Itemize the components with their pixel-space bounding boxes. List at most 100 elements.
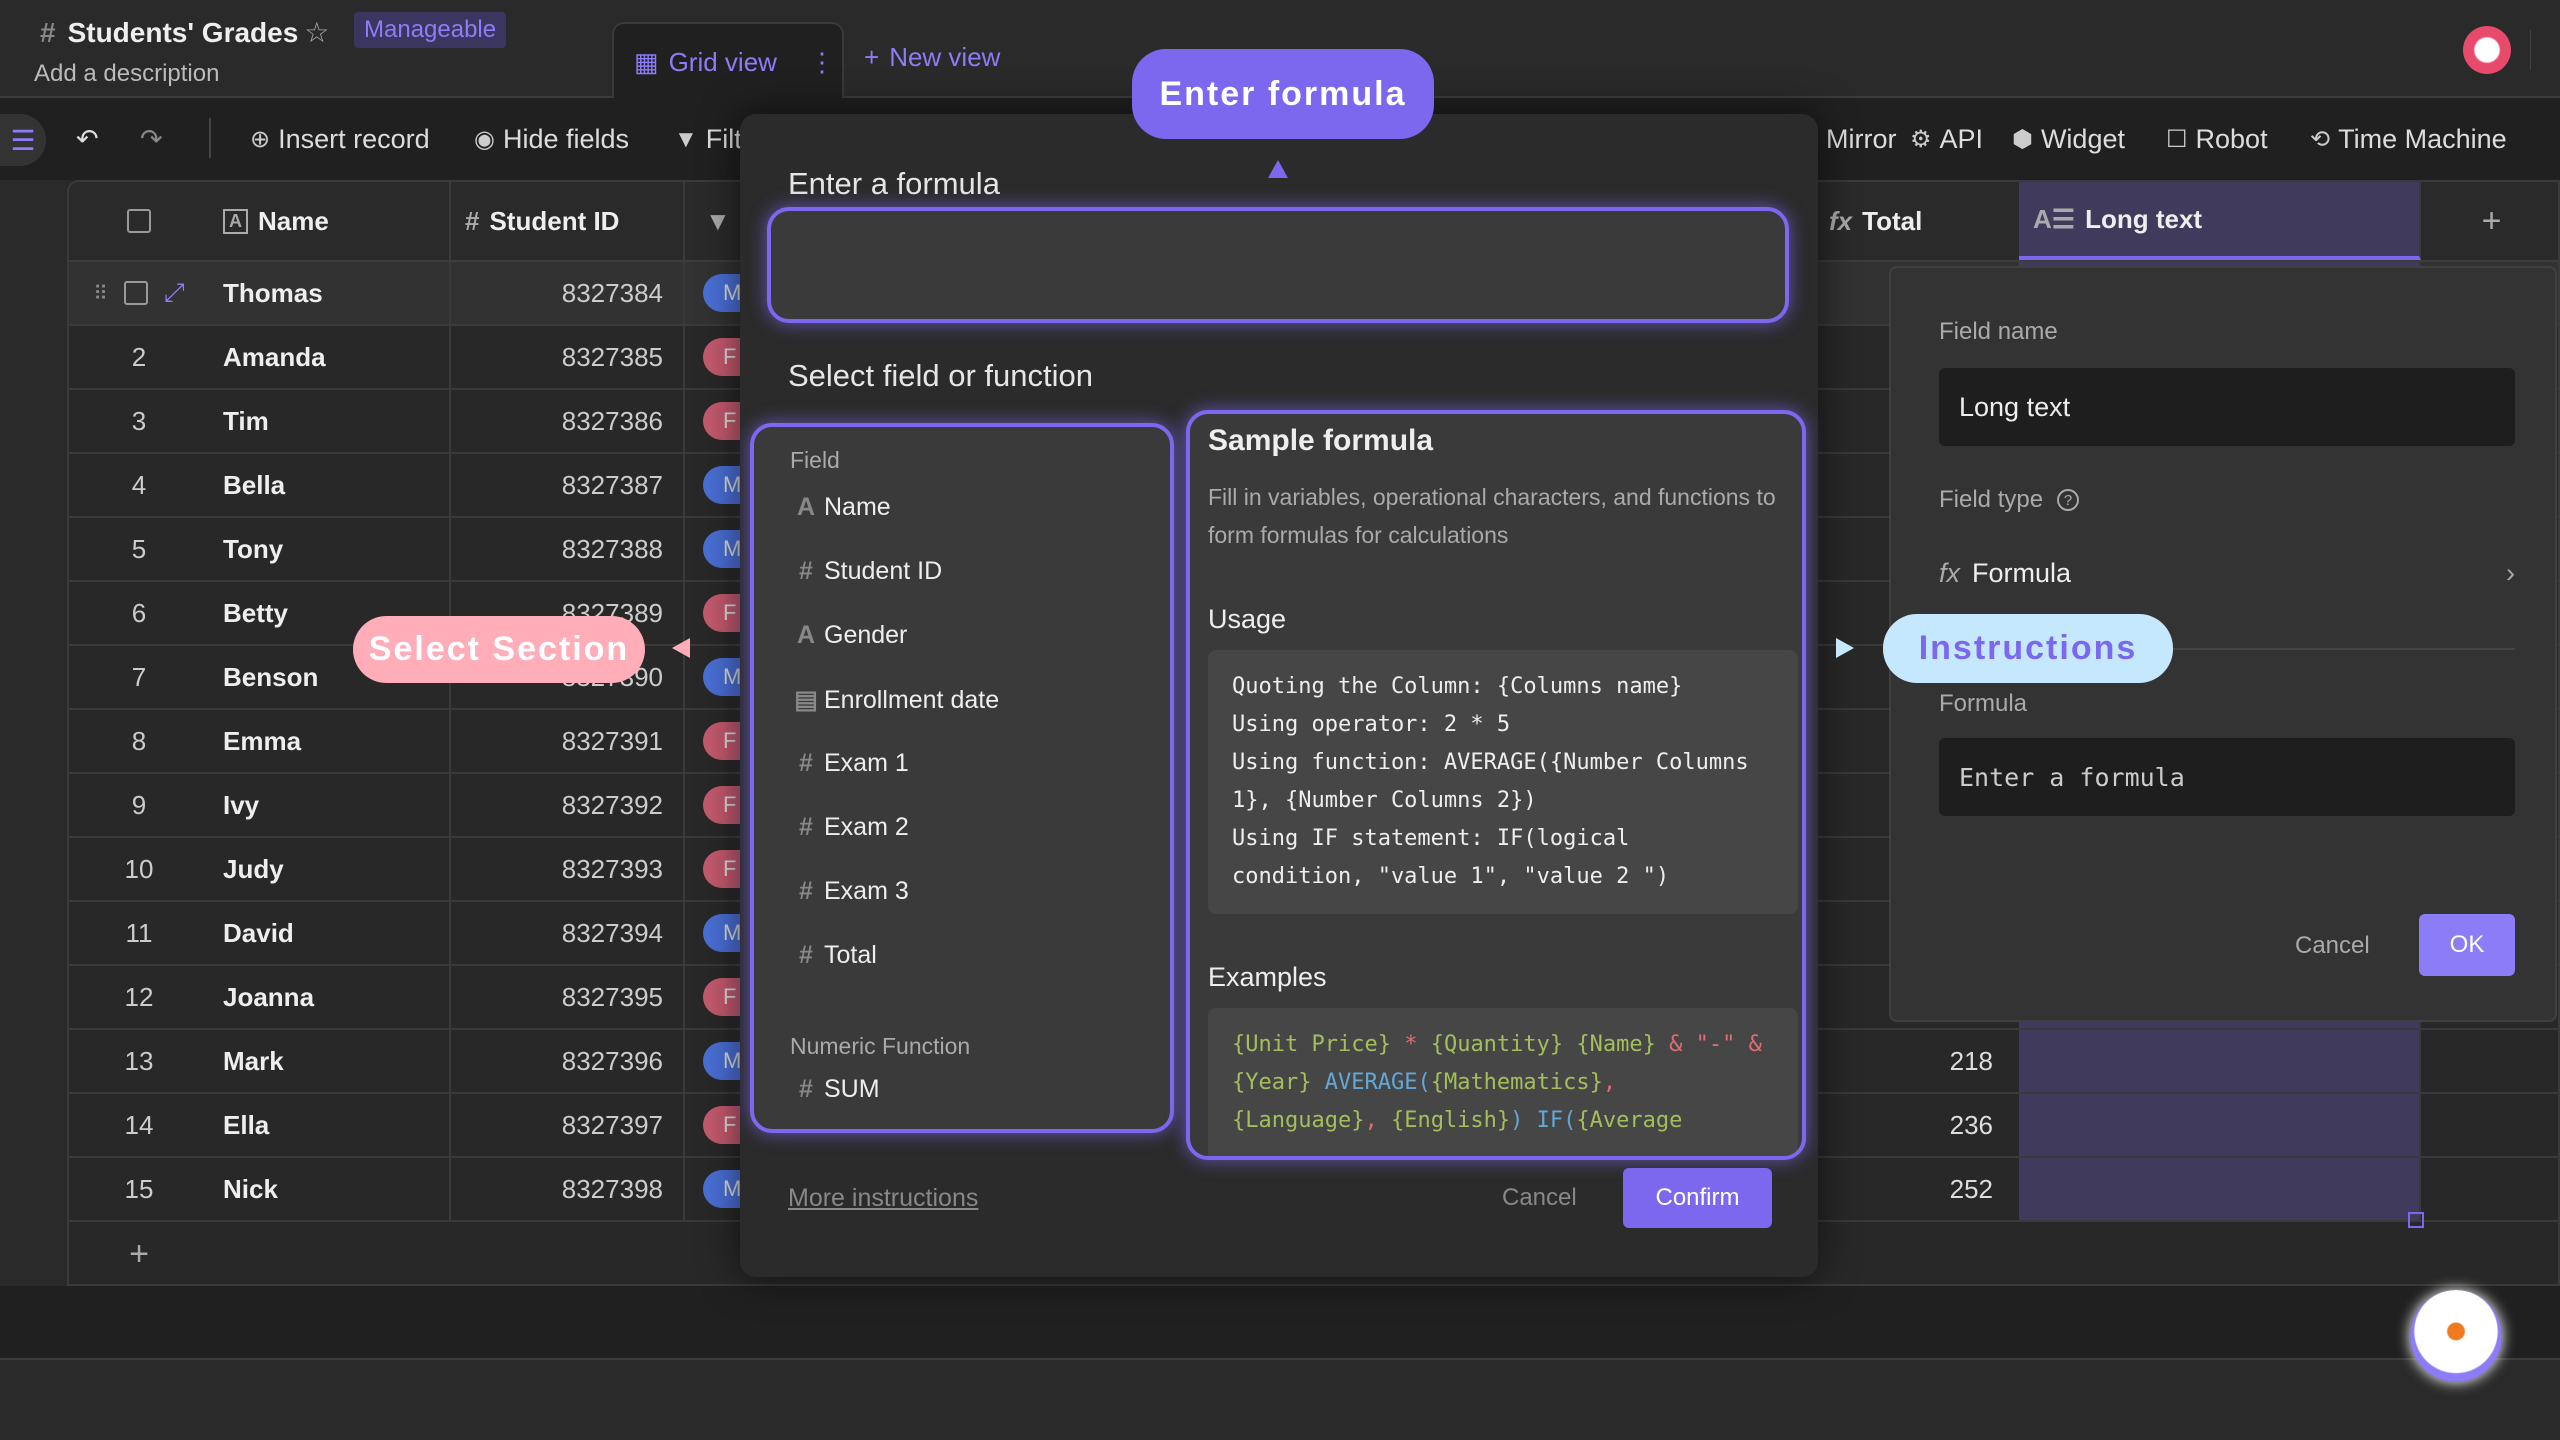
- name-cell[interactable]: Bella: [209, 454, 451, 516]
- panel-cancel-button[interactable]: Cancel: [2295, 932, 2370, 960]
- add-description[interactable]: Add a description: [34, 60, 219, 88]
- row-checkbox[interactable]: [123, 281, 148, 305]
- row-number: 12: [124, 981, 154, 1012]
- name-cell[interactable]: Ivy: [209, 774, 451, 836]
- row-number: 5: [131, 533, 147, 564]
- name-cell[interactable]: Emma: [209, 710, 451, 772]
- new-view-button[interactable]: + New view: [864, 42, 1000, 73]
- cancel-button[interactable]: Cancel: [1502, 1184, 1577, 1212]
- permission-badge: Manageable: [354, 12, 507, 48]
- api-button[interactable]: ⚙ API: [1910, 124, 1983, 155]
- tab-grid-view[interactable]: ▦ Grid view ⋮: [612, 22, 844, 100]
- numeric-function-header: Numeric Function: [790, 1033, 971, 1059]
- assistant-mascot[interactable]: [2410, 1290, 2502, 1382]
- row-number: 9: [131, 789, 147, 820]
- long-text-cell[interactable]: [2019, 1094, 2421, 1156]
- title-text: Students' Grades: [67, 16, 299, 48]
- student-id-cell[interactable]: 8327396: [451, 1030, 685, 1092]
- eye-icon: ◉: [474, 126, 495, 153]
- field-item[interactable]: A Name: [794, 493, 891, 522]
- expand-icon[interactable]: ⤢: [164, 277, 185, 309]
- redo-icon[interactable]: ↷: [140, 124, 163, 155]
- code-token: {Name}: [1563, 1032, 1656, 1057]
- column-header-name[interactable]: A Name: [209, 182, 451, 260]
- field-item[interactable]: A Gender: [794, 621, 907, 650]
- enter-formula-callout: Enter formula: [1132, 49, 1434, 139]
- drag-handle-icon[interactable]: ⠿: [93, 281, 108, 306]
- name-cell[interactable]: Ella: [209, 1094, 451, 1156]
- more-instructions-link[interactable]: More instructions: [788, 1184, 978, 1213]
- student-id-cell[interactable]: 8327387: [451, 454, 685, 516]
- time-machine-button[interactable]: ⟲ Time Machine: [2310, 124, 2507, 155]
- cube-icon: ⬢: [2012, 126, 2033, 153]
- name-cell[interactable]: David: [209, 902, 451, 964]
- new-view-label: New view: [889, 42, 1001, 72]
- more-icon[interactable]: ⋮: [809, 47, 835, 78]
- label: Widget: [2040, 124, 2125, 154]
- column-header-total[interactable]: fx Total: [1815, 182, 2019, 260]
- student-id-cell[interactable]: 8327393: [451, 838, 685, 900]
- name-cell[interactable]: Judy: [209, 838, 451, 900]
- formula-input[interactable]: [767, 207, 1789, 323]
- field-name-input[interactable]: Long text: [1939, 368, 2515, 446]
- column-header-student-id[interactable]: # Student ID: [451, 182, 685, 260]
- divider: [2530, 30, 2531, 70]
- field-type-select[interactable]: fx Formula ›: [1939, 558, 2515, 589]
- usage-line: condition, "value 1", "value 2 "): [1232, 864, 1670, 889]
- total-cell[interactable]: 252: [1815, 1158, 2019, 1220]
- hide-fields-button[interactable]: ◉ Hide fields: [474, 124, 629, 155]
- field-item[interactable]: # Exam 3: [794, 877, 909, 906]
- function-item-sum[interactable]: # SUM: [794, 1075, 880, 1104]
- student-id-cell[interactable]: 8327392: [451, 774, 685, 836]
- instructions-callout: Instructions: [1883, 614, 2173, 683]
- user-avatar[interactable]: [2463, 26, 2511, 74]
- add-column-button[interactable]: +: [2421, 182, 2558, 260]
- name-cell[interactable]: Thomas: [209, 262, 451, 324]
- student-id-cell[interactable]: 8327397: [451, 1094, 685, 1156]
- student-id-cell[interactable]: 8327386: [451, 390, 685, 452]
- field-item[interactable]: ▤ Enrollment date: [794, 685, 999, 715]
- name-cell[interactable]: Tony: [209, 518, 451, 580]
- datasheet-title[interactable]: # Students' Grades ☆: [40, 16, 329, 49]
- student-id-cell[interactable]: 8327391: [451, 710, 685, 772]
- student-id-cell[interactable]: 8327398: [451, 1158, 685, 1220]
- fill-handle[interactable]: [2408, 1212, 2424, 1228]
- select-all-checkbox[interactable]: [69, 182, 209, 260]
- undo-icon[interactable]: ↶: [76, 124, 99, 155]
- student-id-cell[interactable]: 8327384: [451, 262, 685, 324]
- field-item[interactable]: # Student ID: [794, 557, 942, 586]
- formula-field[interactable]: Enter a formula: [1939, 738, 2515, 816]
- student-id-cell[interactable]: 8327395: [451, 966, 685, 1028]
- column-header-long-text[interactable]: A☰ Long text: [2019, 182, 2421, 260]
- total-cell[interactable]: 218: [1815, 1030, 2019, 1092]
- student-id-cell[interactable]: 8327388: [451, 518, 685, 580]
- total-cell[interactable]: 236: [1815, 1094, 2019, 1156]
- field-item[interactable]: # Exam 1: [794, 749, 909, 778]
- long-text-cell[interactable]: [2019, 1030, 2421, 1092]
- code-token: IF(: [1523, 1108, 1577, 1133]
- mirror-button[interactable]: Mirror: [1826, 124, 1896, 155]
- usage-code-block: Quoting the Column: {Columns name} Using …: [1208, 650, 1798, 914]
- robot-button[interactable]: ☐ Robot: [2166, 124, 2268, 155]
- help-icon[interactable]: ?: [2057, 489, 2080, 511]
- ok-button[interactable]: OK: [2419, 914, 2515, 976]
- add-row-button[interactable]: +: [69, 1222, 209, 1284]
- name-cell[interactable]: Tim: [209, 390, 451, 452]
- widget-button[interactable]: ⬢ Widget: [2012, 124, 2125, 155]
- label: Hide fields: [502, 124, 630, 154]
- insert-record-button[interactable]: ⊕ Insert record: [250, 124, 430, 155]
- field-item[interactable]: # Total: [794, 941, 877, 970]
- name-cell[interactable]: Mark: [209, 1030, 451, 1092]
- name-cell[interactable]: Nick: [209, 1158, 451, 1220]
- name-cell[interactable]: Joanna: [209, 966, 451, 1028]
- usage-line: Using IF statement: IF(logical: [1232, 826, 1630, 851]
- field-item[interactable]: # Exam 2: [794, 813, 909, 842]
- label: Robot: [2195, 124, 2268, 154]
- student-id-cell[interactable]: 8327385: [451, 326, 685, 388]
- long-text-cell[interactable]: [2019, 1158, 2421, 1220]
- name-cell[interactable]: Amanda: [209, 326, 451, 388]
- confirm-button[interactable]: Confirm: [1623, 1168, 1772, 1228]
- select-field-icon: ▼: [705, 205, 731, 236]
- star-icon[interactable]: ☆: [304, 16, 329, 49]
- student-id-cell[interactable]: 8327394: [451, 902, 685, 964]
